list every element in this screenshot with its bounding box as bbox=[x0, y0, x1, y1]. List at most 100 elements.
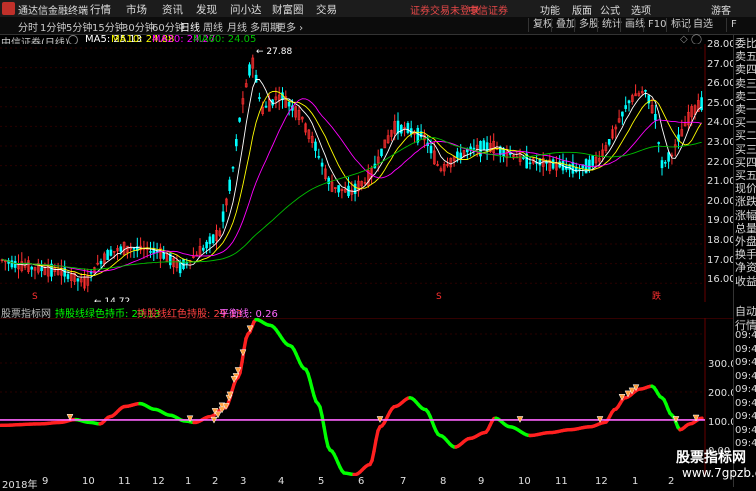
candle-body bbox=[318, 156, 320, 157]
candle-body bbox=[232, 167, 234, 168]
sub-item: 09:47 bbox=[735, 384, 756, 395]
menu-item[interactable]: 发现 bbox=[196, 2, 217, 17]
candle-body bbox=[206, 242, 208, 248]
candle-body bbox=[664, 162, 666, 163]
y-tick-main: 16.00 bbox=[707, 274, 736, 285]
candle-body bbox=[608, 139, 610, 144]
x-tick: 12 bbox=[152, 476, 165, 487]
menu-item[interactable]: 问小达 bbox=[230, 2, 262, 17]
quote-side-panel: 委比卖五卖四卖三卖二卖一买一买二买三买四买五现价涨跌涨幅总量外盘换手净资收益自动… bbox=[733, 35, 756, 487]
menu-item[interactable]: 财富圈 bbox=[272, 2, 304, 17]
right-menu-item[interactable]: 游客 bbox=[711, 2, 731, 17]
x-tick: 9 bbox=[478, 476, 484, 487]
low-annotation: ← 14.72 bbox=[94, 297, 130, 302]
candle-body bbox=[381, 149, 383, 156]
x-tick: 7 bbox=[400, 476, 406, 487]
candle-body bbox=[621, 112, 623, 116]
candle-body bbox=[572, 162, 574, 173]
sub-item: 09:47 bbox=[735, 425, 756, 436]
period-toolbar: 分时1分钟5分钟15分钟30分钟60分钟日线周线月线多周期更多 › 复权叠加多股… bbox=[0, 17, 756, 35]
sub-item: 09:47 bbox=[735, 330, 756, 341]
y-tick-main: 20.00 bbox=[707, 196, 736, 207]
sub-item: 09:47 bbox=[735, 411, 756, 422]
x-tick: 10 bbox=[518, 476, 531, 487]
candle-body bbox=[249, 65, 251, 76]
candle-body bbox=[529, 163, 531, 164]
candle-body bbox=[645, 90, 647, 91]
right-menu-item[interactable]: 功能 bbox=[540, 2, 560, 17]
candle-body bbox=[321, 163, 323, 166]
candle-body bbox=[209, 237, 211, 244]
candle-body bbox=[417, 128, 419, 142]
signal-mark: S bbox=[32, 292, 38, 302]
candle-body bbox=[407, 123, 409, 132]
period-tab[interactable]: 1分钟 bbox=[40, 19, 66, 34]
period-tab[interactable]: 30分钟 bbox=[122, 19, 155, 34]
candle-body bbox=[41, 268, 43, 271]
y-tick-main: 28.00 bbox=[707, 39, 736, 50]
holding-line-segment bbox=[324, 427, 326, 438]
y-tick-main: 22.00 bbox=[707, 157, 736, 168]
candle-body bbox=[288, 102, 290, 106]
y-tick-main: 27.00 bbox=[707, 59, 736, 70]
y-tick-main: 23.00 bbox=[707, 137, 736, 148]
y-tick-main: 17.00 bbox=[707, 255, 736, 266]
right-menu-item[interactable]: 公式 bbox=[600, 2, 620, 17]
menu-item[interactable]: 行情 bbox=[90, 2, 111, 17]
period-tab[interactable]: 日线 bbox=[180, 19, 200, 34]
y-tick-main: 19.00 bbox=[707, 215, 736, 226]
indicator-chart[interactable] bbox=[0, 318, 733, 476]
right-menu-item[interactable]: 版面 bbox=[572, 2, 592, 17]
period-tab[interactable]: 15分钟 bbox=[92, 19, 125, 34]
candle-body bbox=[338, 185, 340, 192]
toolbar-button[interactable]: F bbox=[726, 18, 741, 32]
sub-item: 09:47 bbox=[735, 344, 756, 355]
candle-body bbox=[473, 148, 475, 149]
x-tick: 1 bbox=[632, 476, 638, 487]
period-tab[interactable]: 周线 bbox=[203, 19, 223, 34]
app-logo-icon bbox=[2, 2, 15, 15]
x-tick: 2 bbox=[212, 476, 218, 487]
period-tab[interactable]: 分时 bbox=[18, 19, 38, 34]
right-menu-item[interactable]: 选项 bbox=[631, 2, 651, 17]
candle-body bbox=[179, 263, 181, 273]
watermark-site: www.7gpzb.com bbox=[682, 466, 756, 480]
candle-body bbox=[400, 125, 402, 133]
candle-body bbox=[110, 250, 112, 255]
menu-item[interactable]: 资讯 bbox=[162, 2, 183, 17]
candle-body bbox=[235, 139, 237, 146]
sub-item: 09:47 bbox=[735, 357, 756, 368]
sub-item: 09:47 bbox=[735, 398, 756, 409]
period-tab[interactable]: 月线 bbox=[227, 19, 247, 34]
period-tab[interactable]: 5分钟 bbox=[66, 19, 92, 34]
candle-body bbox=[150, 251, 152, 252]
x-tick: 4 bbox=[278, 476, 284, 487]
candle-body bbox=[460, 153, 462, 158]
x-tick: 1 bbox=[185, 476, 191, 487]
candle-body bbox=[354, 184, 356, 194]
period-tab[interactable]: 更多 › bbox=[276, 19, 303, 34]
candle-body bbox=[430, 146, 432, 153]
x-tick: 9 bbox=[42, 476, 48, 487]
signal-mark: S bbox=[436, 292, 442, 302]
high-annotation: ← 27.88 bbox=[256, 47, 292, 57]
menu-item[interactable]: 市场 bbox=[126, 2, 147, 17]
candle-body bbox=[628, 101, 630, 103]
toolbar-button[interactable]: 自选 bbox=[688, 18, 717, 32]
candle-body bbox=[658, 143, 660, 144]
holding-line-segment bbox=[322, 416, 324, 427]
x-tick: 11 bbox=[118, 476, 131, 487]
price-chart[interactable]: ← 27.88← 14.72SS跌 bbox=[0, 44, 733, 302]
y-tick-main: 26.00 bbox=[707, 78, 736, 89]
y-tick-main: 18.00 bbox=[707, 235, 736, 246]
candle-body bbox=[668, 153, 670, 162]
broker-name[interactable]: 中信证券 bbox=[468, 2, 508, 17]
candle-body bbox=[229, 180, 231, 191]
candle-body bbox=[100, 261, 102, 263]
candle-body bbox=[202, 248, 204, 250]
x-tick: 12 bbox=[595, 476, 608, 487]
candle-body bbox=[14, 261, 16, 267]
y-tick-main: 25.00 bbox=[707, 98, 736, 109]
title-bar: 通达信金融终端 行情市场资讯发现问小达财富圈交易 证券交易未登录 中信证券 功能… bbox=[0, 0, 756, 18]
menu-item[interactable]: 交易 bbox=[316, 2, 337, 17]
